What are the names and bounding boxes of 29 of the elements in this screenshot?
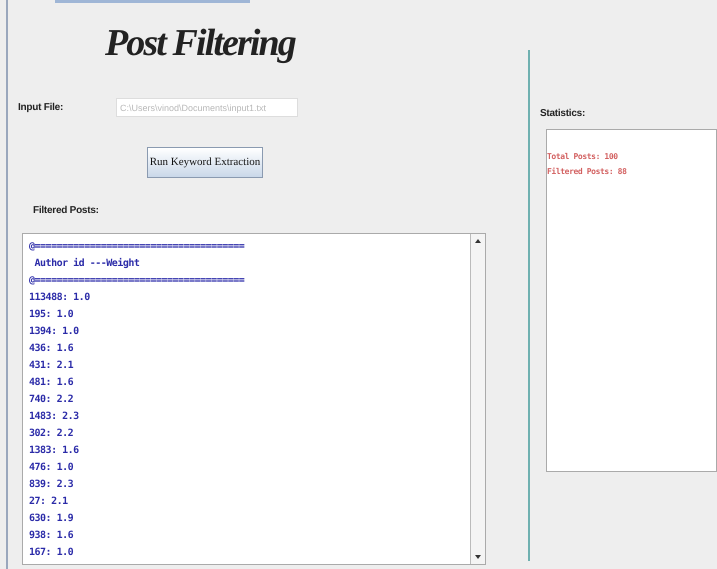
post-line: 27: 2.1: [29, 495, 68, 509]
post-line: 481: 1.6: [29, 376, 74, 390]
statistics-line: Filtered Posts: 88: [547, 166, 626, 178]
post-line: 476: 1.0: [29, 461, 74, 475]
post-line: 630: 1.9: [29, 512, 74, 526]
post-line: 938: 1.6: [29, 529, 74, 543]
post-line: Author id ---Weight: [34, 256, 140, 271]
filtered-posts-label: Filtered Posts:: [33, 204, 100, 218]
post-line: 436: 1.6: [29, 342, 74, 356]
statistics-area[interactable]: Total Posts: 100 Filtered Posts: 88: [546, 129, 717, 472]
post-line: 113488: 1.0: [29, 291, 90, 305]
run-keyword-extraction-button[interactable]: Run Keyword Extraction: [147, 147, 263, 178]
input-file-label: Input File:: [18, 101, 64, 115]
input-field[interactable]: C:\Users\vinod\Documents\input1.txt: [116, 98, 298, 117]
post-line: @======================================: [29, 240, 244, 254]
post-line: 740: 2.2: [29, 393, 74, 407]
post-line: 839: 2.3: [29, 478, 74, 492]
statistics-line: Total Posts: 100: [547, 151, 618, 163]
post-line: 195: 1.0: [29, 308, 74, 322]
statistics-label: Statistics:: [540, 107, 586, 121]
scrollbar[interactable]: [470, 234, 485, 564]
post-line: 1394: 1.0: [29, 325, 79, 339]
post-line: 167: 1.0: [29, 546, 74, 560]
post-line: @======================================: [29, 274, 244, 288]
page-title: Post Filtering: [105, 24, 295, 62]
post-line: 431: 2.1: [29, 359, 74, 373]
post-line: 302: 2.2: [29, 427, 74, 441]
post-line: 1383: 1.6: [29, 444, 79, 458]
post-line: 1483: 2.3: [29, 410, 79, 424]
